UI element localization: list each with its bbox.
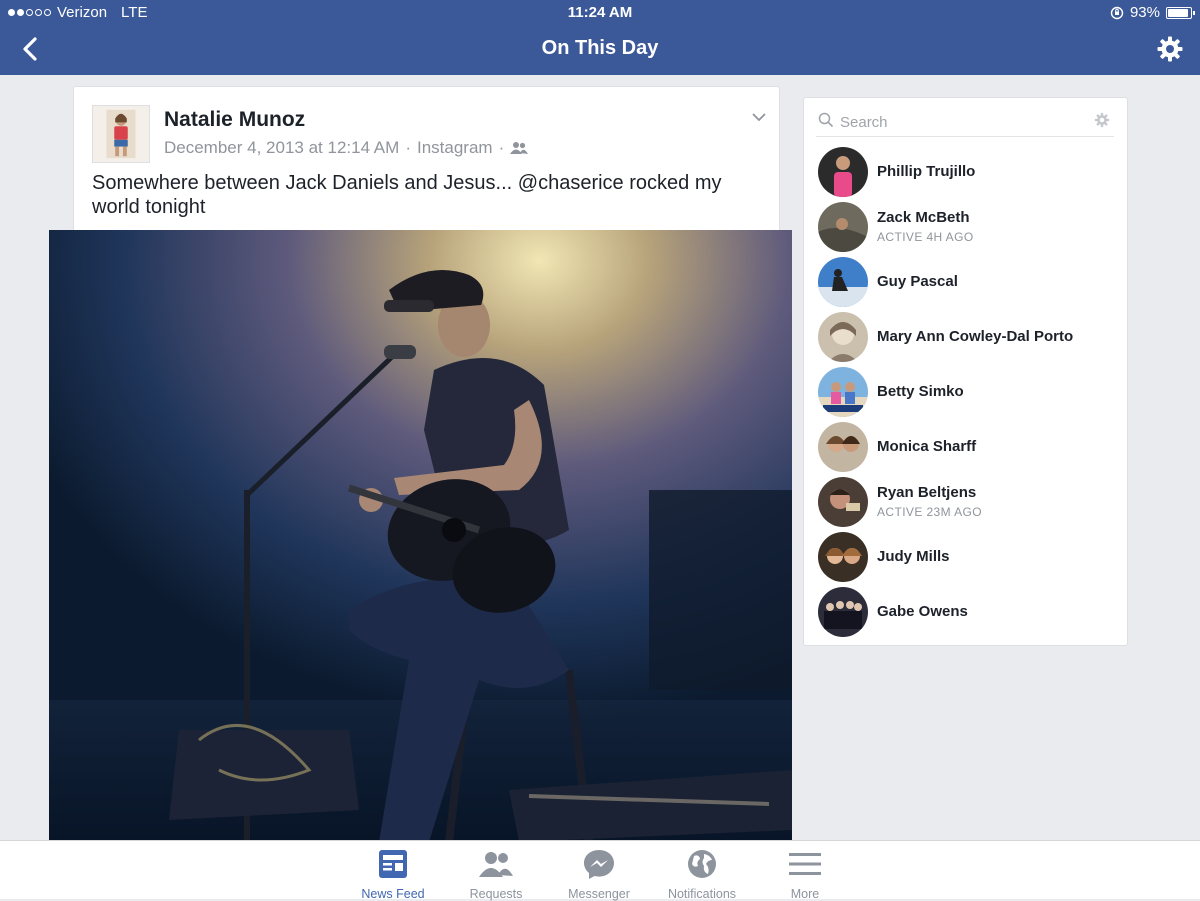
messenger-icon [584,850,614,879]
friend-name: Judy Mills [877,548,950,565]
friend-avatar [818,312,868,362]
friend-status: ACTIVE 23M AGO [877,505,982,519]
friend-avatar [818,367,868,417]
post-photo[interactable] [49,230,792,842]
orientation-lock-icon [1110,6,1124,19]
friend-avatar [818,202,868,252]
status-time: 11:24 AM [567,4,633,21]
friend-avatar [818,477,868,527]
meta-separator: · [405,138,411,157]
friend-row[interactable]: Monica Sharff [818,422,1118,472]
nav-bar: On This Day [0,24,1200,75]
friend-status: ACTIVE 4H AGO [877,230,974,244]
friend-name: Guy Pascal [877,273,958,290]
chat-sidebar: Phillip Trujillo Zack McBeth ACTIVE 4H A… [803,97,1128,646]
news-feed-icon [379,850,407,878]
post-source[interactable]: Instagram [417,138,493,158]
friend-name: Mary Ann Cowley-Dal Porto [877,328,1074,345]
post-date[interactable]: December 4, 2013 at 12:14 AM [164,138,399,158]
tab-requests[interactable]: Requests [451,847,541,901]
friend-row[interactable]: Zack McBeth ACTIVE 4H AGO [818,202,1118,252]
tab-more[interactable]: More [760,847,850,901]
author-avatar[interactable] [92,105,150,163]
battery-icon [1166,6,1195,19]
friend-row[interactable]: Guy Pascal [818,257,1118,307]
status-right: 93% [1110,4,1195,21]
concert-photo [49,230,792,842]
chevron-down-icon[interactable] [751,111,767,123]
friend-name: Betty Simko [877,383,964,400]
friend-row[interactable]: Betty Simko [818,367,1118,417]
menu-hamburger-icon [789,853,821,875]
friend-row[interactable]: Ryan Beltjens ACTIVE 23M AGO [818,477,1118,527]
post-author-name[interactable]: Natalie Munoz [164,108,305,132]
chat-settings-gear-icon[interactable] [1094,112,1110,128]
search-input[interactable] [838,110,1082,134]
tab-notifications[interactable]: Notifications [657,847,747,901]
meta-separator: · [498,138,505,157]
globe-notifications-icon [688,850,716,878]
friend-avatar [818,587,868,637]
friend-row[interactable]: Phillip Trujillo [818,147,1118,197]
friend-row[interactable]: Gabe Owens [818,587,1118,637]
search-row [816,108,1114,137]
friend-requests-icon [479,852,513,877]
friend-name: Gabe Owens [877,603,968,620]
friend-avatar [818,257,868,307]
settings-gear-icon[interactable] [1156,35,1184,63]
friend-name: Ryan Beltjens [877,484,977,501]
friend-avatar [818,422,868,472]
friend-name: Phillip Trujillo [877,163,976,180]
friends-audience-icon[interactable] [510,141,529,155]
top-bar: Verizon LTE 11:24 AM 93% On This Day [0,0,1200,75]
post-meta: December 4, 2013 at 12:14 AM · Instagram… [164,138,529,158]
page-title: On This Day [541,37,659,59]
friend-name: Zack McBeth [877,209,970,226]
friend-avatar [818,147,868,197]
friend-row[interactable]: Mary Ann Cowley-Dal Porto [818,312,1118,362]
tab-news-feed[interactable]: News Feed [348,847,438,901]
battery-percent: 93% [1129,4,1160,21]
friend-row[interactable]: Judy Mills [818,532,1118,582]
tab-bar: News Feed Requests Messenger Notificatio… [0,840,1200,901]
status-bar: Verizon LTE 11:24 AM 93% [0,0,1200,24]
search-icon [818,112,834,128]
tab-messenger[interactable]: Messenger [554,847,644,901]
friend-avatar [818,532,868,582]
post-text: Somewhere between Jack Daniels and Jesus… [92,172,722,218]
friend-name: Monica Sharff [877,438,977,455]
